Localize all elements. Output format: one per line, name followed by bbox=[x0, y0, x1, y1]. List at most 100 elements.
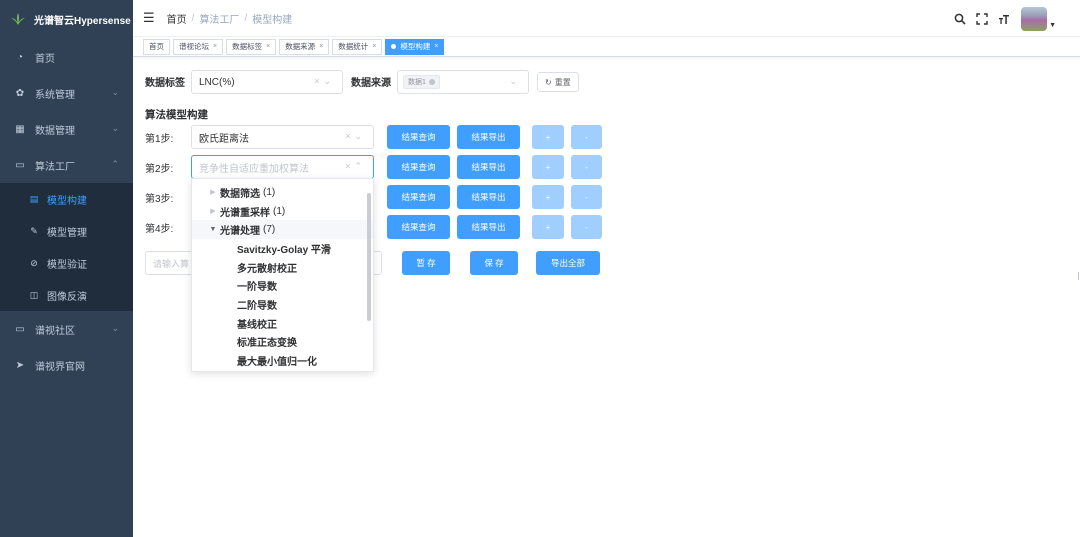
tree-group-data-filter[interactable]: ▶ 数据筛选 (1) bbox=[192, 183, 373, 202]
remove-step-button[interactable]: - bbox=[571, 155, 602, 179]
tree-group-label: 数据筛选 bbox=[220, 188, 260, 200]
tree-group-count: (1) bbox=[263, 186, 276, 198]
tags-view: 首页 谱视论坛 × 数据标签 × 数据来源 × 数据统计 × 模型构建 × bbox=[133, 37, 1080, 57]
close-icon[interactable]: × bbox=[434, 43, 438, 50]
tree-group-resample[interactable]: ▶ 光谱重采样 (1) bbox=[192, 202, 373, 221]
tag-data-stats[interactable]: 数据统计 × bbox=[332, 38, 383, 55]
sidebar-item-system[interactable]: ✿ 系统管理 ⌄ bbox=[0, 75, 133, 111]
tag-data-source[interactable]: 数据来源 × bbox=[279, 38, 330, 55]
tree-leaf-sg-smoothing[interactable]: Savitzky-Golay 平滑 bbox=[192, 239, 373, 258]
step-1-select[interactable]: 欧氏距离法 ×⌄ bbox=[191, 125, 374, 149]
close-icon[interactable]: × bbox=[213, 43, 217, 50]
dropdown-scrollbar[interactable] bbox=[367, 193, 371, 321]
sidebar-item-website[interactable]: ➤ 谱视界官网 bbox=[0, 347, 133, 383]
tag-label: 首页 bbox=[149, 42, 164, 51]
data-source-select[interactable]: 数据1 ⌄ bbox=[397, 70, 529, 94]
data-label-select[interactable]: LNC(%) ×⌄ bbox=[191, 70, 343, 94]
data-source-chip[interactable]: 数据1 bbox=[403, 75, 440, 89]
tree-leaf-msc[interactable]: 多元散射校正 bbox=[192, 258, 373, 277]
fullscreen-icon[interactable] bbox=[973, 10, 991, 28]
add-step-button[interactable]: + bbox=[532, 215, 564, 239]
chevron-down-icon[interactable]: ⌄ bbox=[509, 76, 521, 87]
sidebar-item-image-inversion[interactable]: ◫ 图像反演 bbox=[0, 279, 133, 311]
caret-right-icon[interactable]: ▶ bbox=[206, 188, 220, 196]
sidebar-item-label: 首页 bbox=[35, 53, 55, 65]
data-source-title: 数据来源 bbox=[351, 78, 391, 89]
add-step-button[interactable]: + bbox=[532, 185, 564, 209]
data-label-title: 数据标签 bbox=[145, 78, 185, 89]
sidebar-item-label: 模型管理 bbox=[47, 227, 87, 239]
sidebar-item-label: 谱视社区 bbox=[35, 325, 75, 337]
tree-leaf-snv[interactable]: 标准正态变换 bbox=[192, 333, 373, 352]
remove-step-button[interactable]: - bbox=[571, 185, 602, 209]
close-icon[interactable]: × bbox=[266, 43, 270, 50]
chevron-down-icon: ⌄ bbox=[111, 87, 119, 97]
search-icon[interactable] bbox=[951, 10, 969, 28]
remove-step-button[interactable]: - bbox=[571, 215, 602, 239]
tree-group-label: 光谱重采样 bbox=[220, 207, 270, 219]
sidebar-item-community[interactable]: ▭ 谱视社区 ⌄ bbox=[0, 311, 133, 347]
save-button[interactable]: 保 存 bbox=[470, 251, 518, 275]
tree-group-spectral-processing[interactable]: ▼ 光谱处理 (7) bbox=[192, 220, 373, 240]
clear-caret-icon[interactable]: ×⌄ bbox=[314, 76, 335, 87]
active-dot-icon bbox=[391, 44, 397, 49]
breadcrumb-item[interactable]: 首页 bbox=[167, 11, 187, 26]
sidebar-item-model-manage[interactable]: ✎ 模型管理 bbox=[0, 215, 133, 247]
chip-label: 数据1 bbox=[408, 79, 426, 86]
algorithm-tree-dropdown: ▶ 数据筛选 (1) ▶ 光谱重采样 (1) ▼ 光谱处理 (7) Savitz… bbox=[191, 178, 374, 372]
hamburger-icon[interactable]: ☰ bbox=[143, 10, 155, 26]
tree-leaf-minmax[interactable]: 最大最小值归一化 bbox=[192, 351, 373, 370]
reset-button[interactable]: ↻ 重置 bbox=[537, 72, 579, 92]
query-button[interactable]: 结果查询 bbox=[387, 155, 450, 179]
tag-data-label[interactable]: 数据标签 × bbox=[226, 38, 277, 55]
navbar-tools: ▼ bbox=[947, 7, 1056, 31]
font-size-icon[interactable] bbox=[995, 10, 1013, 28]
tag-label: 谱视论坛 bbox=[179, 42, 209, 51]
dashboard-icon: ◔ bbox=[16, 51, 24, 63]
caret-down-icon[interactable]: ▼ bbox=[206, 226, 220, 233]
gear-icon: ✿ bbox=[15, 87, 25, 99]
step-2-select[interactable]: 竞争性自适应重加权算法 ×⌃ bbox=[191, 155, 374, 179]
export-button[interactable]: 结果导出 bbox=[457, 215, 520, 239]
caret-right-icon[interactable]: ▶ bbox=[206, 207, 220, 215]
save-draft-button[interactable]: 暂 存 bbox=[402, 251, 450, 275]
sidebar-item-label: 数据管理 bbox=[35, 125, 75, 137]
export-button[interactable]: 结果导出 bbox=[457, 185, 520, 209]
tree-leaf-baseline[interactable]: 基线校正 bbox=[192, 314, 373, 333]
sidebar-item-home[interactable]: ◔ 首页 bbox=[0, 39, 133, 75]
data-label-value: LNC(%) bbox=[199, 76, 235, 88]
reset-label: 重置 bbox=[554, 77, 571, 87]
query-button[interactable]: 结果查询 bbox=[387, 185, 450, 209]
remove-step-button[interactable]: - bbox=[571, 125, 602, 149]
avatar[interactable] bbox=[1021, 7, 1048, 31]
breadcrumb-separator: / bbox=[191, 12, 195, 24]
clear-caret-icon[interactable]: ×⌄ bbox=[345, 131, 366, 142]
refresh-icon: ↻ bbox=[545, 77, 552, 87]
breadcrumb-item[interactable]: 算法工厂 bbox=[199, 11, 239, 26]
clear-caret-up-icon[interactable]: ×⌃ bbox=[345, 161, 366, 172]
tag-home[interactable]: 首页 bbox=[143, 38, 170, 55]
tree-leaf-first-derivative[interactable]: 一阶导数 bbox=[192, 276, 373, 295]
export-button[interactable]: 结果导出 bbox=[457, 155, 520, 179]
sidebar-item-model-build[interactable]: ▤ 模型构建 bbox=[0, 183, 133, 215]
export-button[interactable]: 结果导出 bbox=[457, 125, 520, 149]
monitor-icon: ▭ bbox=[15, 159, 25, 171]
image-icon: ◫ bbox=[29, 289, 39, 300]
tag-model-build[interactable]: 模型构建 × bbox=[385, 38, 445, 55]
sidebar-item-data[interactable]: ▦ 数据管理 ⌄ bbox=[0, 111, 133, 147]
tree-leaf-second-derivative[interactable]: 二阶导数 bbox=[192, 295, 373, 314]
sidebar-item-model-verify[interactable]: ⊘ 模型验证 bbox=[0, 247, 133, 279]
query-button[interactable]: 结果查询 bbox=[387, 215, 450, 239]
tag-label: 数据来源 bbox=[285, 42, 316, 51]
tag-forum[interactable]: 谱视论坛 × bbox=[173, 38, 224, 55]
export-all-button[interactable]: 导出全部 bbox=[536, 251, 600, 275]
query-button[interactable]: 结果查询 bbox=[387, 125, 450, 149]
caret-down-icon[interactable]: ▼ bbox=[1049, 22, 1056, 29]
add-step-button[interactable]: + bbox=[532, 125, 564, 149]
sidebar-item-algorithm[interactable]: ▭ 算法工厂 ⌃ bbox=[0, 147, 133, 183]
brand[interactable]: 光谱智云Hypersense bbox=[0, 0, 133, 38]
close-icon[interactable]: × bbox=[372, 43, 376, 50]
chip-close-icon[interactable] bbox=[428, 79, 435, 85]
add-step-button[interactable]: + bbox=[532, 155, 564, 179]
close-icon[interactable]: × bbox=[319, 43, 323, 50]
